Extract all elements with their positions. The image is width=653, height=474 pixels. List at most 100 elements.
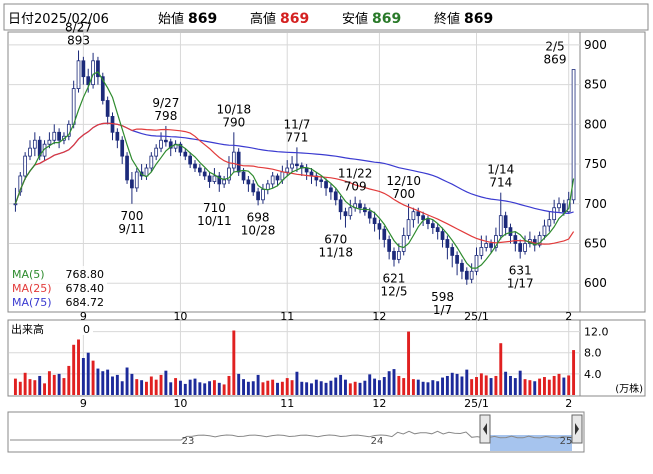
annotation-low: 5981/7	[431, 290, 454, 317]
volume-bar	[538, 378, 542, 395]
annotation-date: 2/5	[545, 40, 564, 54]
volume-tick-label: 4.0	[584, 368, 602, 381]
volume-bar	[23, 372, 27, 395]
annotation-price: 709	[344, 180, 367, 194]
candle-body-down	[115, 131, 120, 141]
volume-bar	[465, 369, 469, 395]
volume-bar	[310, 383, 313, 395]
date-label: 日付	[8, 12, 34, 27]
candle-body-up	[498, 215, 503, 236]
candle-body-up	[212, 175, 217, 182]
candle-body-up	[542, 225, 547, 236]
x-tick-label-volume: 25/1	[464, 397, 489, 410]
volume-bar	[402, 378, 406, 395]
volume-bar	[431, 380, 435, 395]
candle-body-up	[557, 203, 561, 209]
volume-bar	[397, 375, 401, 395]
volume-bar	[542, 377, 546, 395]
candle-body-down	[125, 155, 129, 181]
volume-bar	[242, 379, 245, 395]
volume-bar	[455, 373, 459, 395]
candle-body-down	[295, 163, 299, 167]
volume-bar	[96, 368, 100, 395]
candle-body-down	[81, 60, 86, 78]
volume-bar	[101, 371, 105, 395]
volume-bar	[140, 380, 144, 395]
close-value: 869	[464, 11, 493, 27]
volume-bar	[227, 375, 231, 395]
volume-bar	[567, 375, 571, 395]
candle-body-down	[372, 217, 377, 225]
annotation-low: 62112/5	[381, 272, 408, 299]
candle-body-down	[275, 175, 280, 181]
volume-bar	[557, 373, 561, 395]
volume-bar	[499, 343, 503, 395]
stock-chart-frame: 日付 2025/02/06 始値 869 高値 869 安値 869 終値 86…	[0, 0, 653, 470]
volume-bar	[130, 373, 134, 395]
volume-bar	[562, 377, 566, 395]
volume-bar	[441, 377, 444, 395]
high-label: 高値	[250, 11, 276, 27]
candle-body-down	[562, 203, 566, 213]
volume-title: 出来高	[11, 322, 44, 336]
candle-body-down	[246, 179, 251, 185]
candle-body-down	[460, 262, 464, 272]
volume-bar	[261, 382, 265, 395]
volume-bar	[188, 379, 192, 395]
candle-body-up	[396, 251, 401, 260]
candle-body-down	[241, 171, 246, 181]
annotation-date: 1/14	[487, 163, 514, 177]
annotation-date: 12/5	[381, 285, 408, 299]
candle-body-down	[251, 183, 256, 193]
candle-body-down	[416, 211, 421, 217]
volume-bar	[533, 381, 537, 395]
volume-bar	[436, 381, 440, 395]
volume-bar	[120, 381, 124, 395]
candle-body-up	[154, 147, 159, 157]
candle-body-down	[367, 211, 372, 219]
annotation-price: 771	[285, 130, 308, 144]
candle-body-up	[159, 139, 163, 149]
candle-body-down	[207, 175, 212, 182]
volume-bar	[484, 375, 488, 395]
volume-bar	[334, 377, 338, 395]
navigator-left-handle[interactable]	[479, 414, 491, 444]
candle-body-up	[348, 207, 353, 217]
candle-body-down	[508, 227, 513, 236]
volume-bar	[145, 381, 148, 395]
price-tick-label: 900	[584, 38, 607, 52]
stock-chart-svg: 日付 2025/02/06 始値 869 高値 869 安値 869 終値 86…	[0, 0, 653, 470]
volume-bar	[407, 331, 411, 395]
volume-bar	[203, 383, 207, 395]
volume-bar	[276, 382, 279, 395]
candle-body-up	[149, 155, 154, 169]
candle-body-down	[382, 228, 387, 240]
volume-bar	[271, 379, 275, 395]
annotation-date: 12/10	[386, 174, 421, 188]
candle-body-down	[421, 215, 425, 221]
open-value: 869	[188, 11, 217, 27]
navigator-right-handle[interactable]	[571, 414, 583, 444]
volume-bar	[67, 365, 71, 395]
candle-body-down	[120, 139, 125, 157]
annotation-price: 670	[324, 233, 347, 247]
annotation-price: 698	[247, 210, 270, 224]
annotation-date: 10/18	[217, 102, 252, 116]
volume-bar	[373, 378, 377, 395]
legend-ma5-value: 768.80	[66, 268, 105, 281]
navigator-label-24: 24	[371, 436, 384, 447]
volume-bar	[411, 379, 415, 395]
candle-body-up	[265, 183, 270, 190]
low-label: 安値	[342, 11, 368, 27]
candle-body-up	[47, 139, 52, 145]
candle-body-down	[464, 270, 469, 280]
volume-bar	[125, 367, 129, 395]
volume-bar	[358, 382, 362, 395]
volume-bar	[183, 383, 187, 395]
volume-bar	[344, 379, 347, 395]
candle-body-up	[523, 243, 527, 252]
volume-bar	[504, 371, 508, 395]
x-tick-label-volume: 10	[173, 397, 187, 410]
candle-body-down	[183, 151, 188, 157]
volume-bar	[416, 379, 420, 395]
